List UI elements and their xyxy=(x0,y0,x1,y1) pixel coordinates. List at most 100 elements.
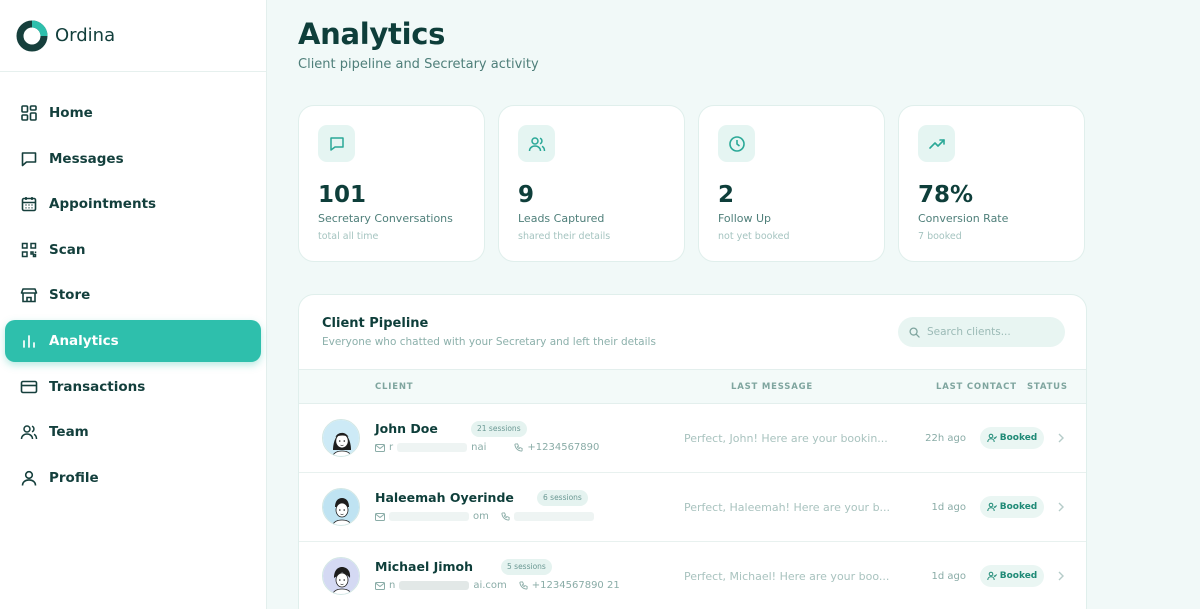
client-email-start: n xyxy=(389,580,396,591)
page-subtitle: Client pipeline and Secretary activity xyxy=(298,57,539,72)
redacted-email xyxy=(389,512,469,521)
redacted-email xyxy=(397,443,468,452)
column-status[interactable]: STATUS xyxy=(1027,382,1068,392)
chevron-right-icon[interactable] xyxy=(1056,569,1066,583)
phone-icon xyxy=(501,512,510,521)
main-content: Analytics Client pipeline and Secretary … xyxy=(267,0,1200,609)
stat-value: 9 xyxy=(518,182,535,208)
status-label: Booked xyxy=(999,571,1038,581)
team-icon xyxy=(20,423,38,441)
users-icon xyxy=(518,125,555,162)
message-icon xyxy=(20,150,38,168)
client-phone: +1234567890 21 xyxy=(531,580,620,591)
ordina-logo-icon xyxy=(16,20,48,51)
column-client[interactable]: CLIENT xyxy=(375,382,413,392)
sidebar-item-store[interactable]: Store xyxy=(5,274,261,316)
sidebar-item-label: Analytics xyxy=(49,332,119,349)
stat-label: Conversion Rate xyxy=(918,212,1009,225)
stat-card-follow-up: 2 Follow Up not yet booked xyxy=(698,105,885,262)
client-contact: r nai +1234567890 xyxy=(375,442,599,453)
column-last-contact[interactable]: LAST CONTACT xyxy=(936,382,1017,392)
client-pipeline: Client Pipeline Everyone who chatted wit… xyxy=(298,294,1087,609)
client-name[interactable]: John Doe xyxy=(375,421,438,436)
chevron-right-icon[interactable] xyxy=(1056,431,1066,445)
search-box[interactable] xyxy=(898,317,1065,347)
status-label: Booked xyxy=(999,433,1038,443)
sidebar-item-label: Home xyxy=(49,105,93,121)
status-label: Booked xyxy=(999,502,1038,512)
table-row[interactable]: John Doe 21 sessions r nai +1234567890 P… xyxy=(299,404,1086,473)
client-name[interactable]: Michael Jimoh xyxy=(375,559,473,574)
sidebar-nav: Home Messages Appointments Scan Store An… xyxy=(0,92,266,499)
phone-icon xyxy=(514,443,523,452)
sidebar-item-messages[interactable]: Messages xyxy=(5,138,261,180)
last-message: Perfect, Michael! Here are your boo... xyxy=(684,570,890,583)
store-icon xyxy=(20,286,38,304)
pipeline-subtitle: Everyone who chatted with your Secretary… xyxy=(322,336,656,348)
stat-label: Leads Captured xyxy=(518,212,605,225)
pipeline-title: Client Pipeline xyxy=(322,316,429,331)
sidebar-item-label: Transactions xyxy=(49,378,146,395)
stat-value: 78% xyxy=(918,182,974,208)
last-contact: 1d ago xyxy=(931,502,966,513)
sidebar-item-label: Appointments xyxy=(49,196,157,213)
table-row[interactable]: Haleemah Oyerinde 6 sessions om Perfect,… xyxy=(299,473,1086,542)
table-row[interactable]: Michael Jimoh 5 sessions n ai.com +12345… xyxy=(299,542,1086,609)
stat-label: Follow Up xyxy=(718,212,772,225)
user-check-icon xyxy=(987,433,997,443)
brand-name: Ordina xyxy=(55,25,116,46)
stat-sublabel: total all time xyxy=(318,231,379,242)
page-title: Analytics xyxy=(298,17,446,51)
calendar-icon xyxy=(20,195,38,213)
column-last-message[interactable]: LAST MESSAGE xyxy=(731,382,813,392)
card-icon xyxy=(20,378,38,396)
client-email-end: nai xyxy=(471,442,487,453)
stat-sublabel: not yet booked xyxy=(718,231,790,242)
sidebar-item-scan[interactable]: Scan xyxy=(5,229,261,271)
user-check-icon xyxy=(987,502,997,512)
last-message: Perfect, Haleemah! Here are your b... xyxy=(684,501,891,514)
client-name[interactable]: Haleemah Oyerinde xyxy=(375,490,514,505)
status-badge: Booked xyxy=(980,496,1044,518)
status-badge: Booked xyxy=(980,565,1044,587)
redacted-phone xyxy=(513,512,594,521)
last-contact: 1d ago xyxy=(931,571,966,582)
stats-cards: 101 Secretary Conversations total all ti… xyxy=(298,105,1085,262)
sessions-badge: 6 sessions xyxy=(537,490,588,506)
clock-icon xyxy=(718,125,755,162)
sidebar-item-profile[interactable]: Profile xyxy=(5,457,261,499)
redacted-email xyxy=(399,581,470,590)
bar-chart-icon xyxy=(20,332,38,350)
table-header: CLIENT LAST MESSAGE LAST CONTACT STATUS xyxy=(299,369,1086,404)
sidebar-item-transactions[interactable]: Transactions xyxy=(5,366,261,408)
sessions-badge: 5 sessions xyxy=(501,559,552,575)
chevron-right-icon[interactable] xyxy=(1056,500,1066,514)
sidebar-item-analytics[interactable]: Analytics xyxy=(5,319,261,362)
phone-icon xyxy=(519,581,528,590)
stat-sublabel: 7 booked xyxy=(918,231,962,242)
stat-label: Secretary Conversations xyxy=(318,212,453,225)
trend-up-icon xyxy=(918,125,955,162)
stat-value: 101 xyxy=(318,182,367,208)
mail-icon xyxy=(375,512,385,521)
user-icon xyxy=(20,469,38,487)
mail-icon xyxy=(375,443,385,452)
sidebar-item-label: Scan xyxy=(49,241,86,258)
last-message: Perfect, John! Here are your bookin... xyxy=(684,432,888,445)
stat-sublabel: shared their details xyxy=(518,231,611,242)
search-icon xyxy=(909,326,920,338)
sessions-badge: 21 sessions xyxy=(471,421,527,437)
sidebar-item-label: Team xyxy=(49,424,89,441)
client-phone: +1234567890 xyxy=(527,442,600,453)
user-check-icon xyxy=(987,571,997,581)
avatar xyxy=(322,488,360,526)
sidebar-item-team[interactable]: Team xyxy=(5,411,261,453)
sidebar-item-home[interactable]: Home xyxy=(5,92,261,134)
sidebar-item-label: Store xyxy=(49,287,91,304)
stat-card-conversations: 101 Secretary Conversations total all ti… xyxy=(298,105,485,262)
avatar xyxy=(322,557,360,595)
search-input[interactable] xyxy=(927,326,1057,338)
brand[interactable]: Ordina xyxy=(0,0,266,72)
sidebar-item-appointments[interactable]: Appointments xyxy=(5,183,261,225)
avatar xyxy=(322,419,360,457)
